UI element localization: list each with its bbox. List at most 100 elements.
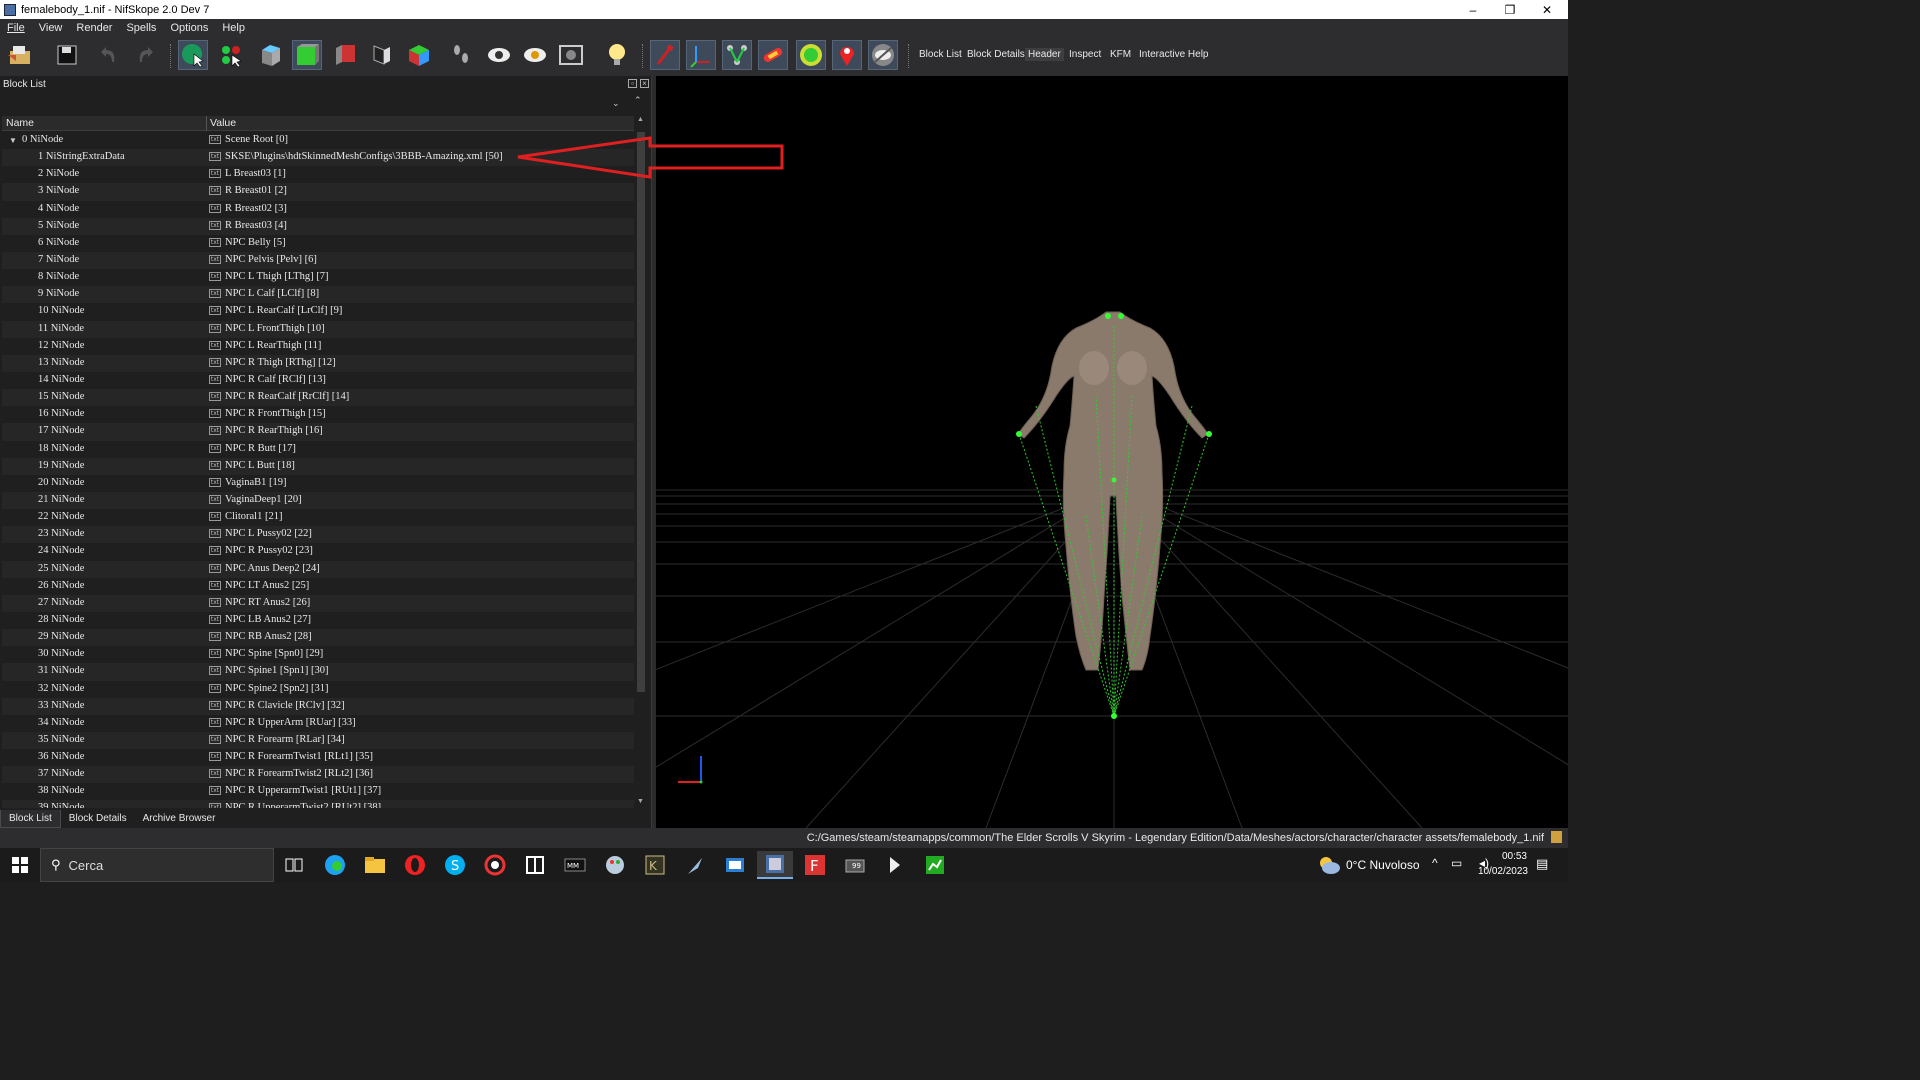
start-icon[interactable] bbox=[2, 851, 38, 879]
scroll-up-arrow[interactable]: ▲ bbox=[637, 116, 644, 123]
lighting-icon[interactable] bbox=[602, 40, 632, 70]
tray-chevron-icon[interactable]: ^ bbox=[1432, 856, 1438, 870]
table-row[interactable]: 19 NiNode txt NPC L Butt [18] bbox=[2, 457, 634, 475]
undo-icon[interactable] bbox=[94, 40, 124, 70]
tab-block-list[interactable]: Block List bbox=[0, 810, 61, 828]
table-row[interactable]: 5 NiNode txt R Breast03 [4] bbox=[2, 217, 634, 235]
taskbar-search[interactable]: ⚲ Cerca bbox=[40, 848, 274, 882]
paint-icon[interactable] bbox=[597, 851, 633, 879]
app-icon-f[interactable]: F bbox=[797, 851, 833, 879]
view-user-icon[interactable] bbox=[404, 40, 434, 70]
show-collision-icon[interactable] bbox=[758, 40, 788, 70]
app-icon-red-gear[interactable] bbox=[477, 851, 513, 879]
render-viewport[interactable] bbox=[656, 76, 1568, 828]
table-row[interactable]: 31 NiNode txt NPC Spine1 [Spn1] [30] bbox=[2, 663, 634, 681]
table-row[interactable]: 18 NiNode txt NPC R Butt [17] bbox=[2, 441, 634, 458]
table-row[interactable]: 15 NiNode txt NPC R RearCalf [RrClf] [14] bbox=[2, 389, 634, 407]
walk-mode-icon[interactable] bbox=[446, 40, 476, 70]
nifskope-taskbar-icon[interactable] bbox=[757, 851, 793, 879]
table-row[interactable]: 17 NiNode txt NPC R RearThigh [16] bbox=[2, 423, 634, 441]
weather-cloud-icon[interactable] bbox=[1318, 855, 1340, 875]
expand-all-icon[interactable]: ⌄ bbox=[612, 98, 620, 109]
table-row[interactable]: 33 NiNode txt NPC R Clavicle [RClv] [32] bbox=[2, 697, 634, 715]
undock-icon[interactable]: ▫ bbox=[628, 79, 637, 88]
open-file-icon[interactable] bbox=[6, 40, 36, 70]
select-vertex-icon[interactable] bbox=[216, 40, 246, 70]
file-explorer-icon[interactable] bbox=[357, 851, 393, 879]
toggle-inspect-button[interactable]: Inspect bbox=[1069, 49, 1101, 60]
menu-options[interactable]: Options bbox=[163, 22, 215, 34]
show-markers-icon[interactable] bbox=[832, 40, 862, 70]
table-row[interactable]: 20 NiNode txt VaginaB1 [19] bbox=[2, 475, 634, 492]
clock-date[interactable]: 10/02/2023 bbox=[1468, 866, 1528, 877]
table-row[interactable]: 22 NiNode txt Clitoral1 [21] bbox=[2, 509, 634, 526]
table-row[interactable]: ▼ 0 NiNode txt Scene Root [0] bbox=[2, 132, 634, 149]
scrollbar-thumb[interactable] bbox=[637, 132, 645, 692]
skype-icon[interactable]: S bbox=[437, 851, 473, 879]
table-row[interactable]: 4 NiNode txt R Breast02 [3] bbox=[2, 201, 634, 218]
tab-archive-browser[interactable]: Archive Browser bbox=[135, 810, 224, 828]
table-row[interactable]: 35 NiNode txt NPC R Forearm [RLar] [34] bbox=[2, 731, 634, 750]
scroll-down-arrow[interactable]: ▼ bbox=[637, 798, 644, 805]
table-row[interactable]: 32 NiNode txt NPC Spine2 [Spn2] [31] bbox=[2, 681, 634, 698]
table-row[interactable]: 7 NiNode txt NPC Pelvis [Pelv] [6] bbox=[2, 251, 634, 270]
menu-help[interactable]: Help bbox=[215, 22, 252, 34]
table-row[interactable]: 6 NiNode txt NPC Belly [5] bbox=[2, 235, 634, 252]
app-icon-window[interactable] bbox=[717, 851, 753, 879]
table-row[interactable]: 2 NiNode txt L Breast03 [1] bbox=[2, 166, 634, 183]
table-row[interactable]: 34 NiNode txt NPC R UpperArm [RUar] [33] bbox=[2, 715, 634, 732]
interactive-help-button[interactable]: Interactive Help bbox=[1139, 49, 1208, 60]
table-row[interactable]: 27 NiNode txt NPC RT Anus2 [26] bbox=[2, 594, 634, 612]
app-icon-grid[interactable] bbox=[517, 851, 553, 879]
show-axes-icon[interactable] bbox=[650, 40, 680, 70]
show-skeleton-icon[interactable] bbox=[722, 40, 752, 70]
show-axis-gizmo-icon[interactable] bbox=[686, 40, 716, 70]
table-row[interactable]: 38 NiNode txt NPC R UpperarmTwist1 [RUt1] … bbox=[2, 783, 634, 800]
table-row[interactable]: 39 NiNode txt NPC R UpperarmTwist2 [RUt2] … bbox=[2, 800, 634, 808]
restore-button[interactable]: ❐ bbox=[1492, 0, 1528, 19]
edge-icon[interactable] bbox=[317, 851, 353, 879]
app-icon-box[interactable]: 99 bbox=[837, 851, 873, 879]
show-nodes-icon[interactable] bbox=[520, 40, 550, 70]
menu-view[interactable]: View bbox=[32, 22, 70, 34]
table-row[interactable]: 3 NiNode txt R Breast01 [2] bbox=[2, 183, 634, 201]
table-row[interactable]: 14 NiNode txt NPC R Calf [RClf] [13] bbox=[2, 372, 634, 389]
view-perspective-icon[interactable] bbox=[366, 40, 396, 70]
column-name-header[interactable]: Name bbox=[6, 117, 34, 129]
table-row[interactable]: 24 NiNode txt NPC R Pussy02 [23] bbox=[2, 543, 634, 560]
notifications-icon[interactable]: ▤ bbox=[1536, 856, 1548, 872]
weather-text[interactable]: 0°C Nuvoloso bbox=[1346, 858, 1420, 872]
mod-organizer-icon[interactable]: MM bbox=[557, 851, 593, 879]
toggle-kfm-button[interactable]: KFM bbox=[1110, 49, 1131, 60]
table-row[interactable]: 11 NiNode txt NPC L FrontThigh [10] bbox=[2, 320, 634, 338]
app-icon-arrow[interactable] bbox=[877, 851, 913, 879]
clock-time[interactable]: 00:53 bbox=[1485, 851, 1527, 862]
table-row[interactable]: 10 NiNode txt NPC L RearCalf [LrClf] [9] bbox=[2, 303, 634, 320]
minimize-button[interactable]: – bbox=[1455, 0, 1491, 19]
table-row[interactable]: 36 NiNode txt NPC R ForearmTwist1 [RLt1] [… bbox=[2, 749, 634, 766]
close-button[interactable]: ✕ bbox=[1529, 0, 1565, 19]
table-row[interactable]: 28 NiNode txt NPC LB Anus2 [27] bbox=[2, 612, 634, 629]
menu-file[interactable]: File bbox=[0, 22, 32, 34]
column-value-header[interactable]: Value bbox=[210, 117, 236, 129]
table-row[interactable]: 9 NiNode txt NPC L Calf [LClf] [8] bbox=[2, 286, 634, 304]
table-row[interactable]: 29 NiNode txt NPC RB Anus2 [28] bbox=[2, 629, 634, 647]
table-row[interactable]: 30 NiNode txt NPC Spine [Spn0] [29] bbox=[2, 646, 634, 663]
table-row[interactable]: 23 NiNode txt NPC L Pussy02 [22] bbox=[2, 526, 634, 544]
table-row[interactable]: 13 NiNode txt NPC R Thigh [RThg] [12] bbox=[2, 354, 634, 372]
table-row[interactable]: 37 NiNode txt NPC R ForearmTwist2 [RLt2] [… bbox=[2, 766, 634, 784]
show-hidden-icon[interactable] bbox=[484, 40, 514, 70]
show-constraints-icon[interactable] bbox=[796, 40, 826, 70]
table-row[interactable]: 21 NiNode txt VaginaDeep1 [20] bbox=[2, 491, 634, 510]
view-front-icon[interactable] bbox=[292, 40, 322, 70]
menu-render[interactable]: Render bbox=[69, 22, 119, 34]
close-panel-icon[interactable]: × bbox=[640, 79, 649, 88]
table-row[interactable]: 25 NiNode txt NPC Anus Deep2 [24] bbox=[2, 560, 634, 578]
select-object-icon[interactable] bbox=[178, 40, 208, 70]
table-row[interactable]: 26 NiNode txt NPC LT Anus2 [25] bbox=[2, 578, 634, 595]
opera-icon[interactable] bbox=[397, 851, 433, 879]
table-row[interactable]: 8 NiNode txt NPC L Thigh [LThg] [7] bbox=[2, 269, 634, 286]
show-hidden-objects-icon[interactable] bbox=[868, 40, 898, 70]
tab-block-details[interactable]: Block Details bbox=[61, 810, 135, 828]
table-row[interactable]: 16 NiNode txt NPC R FrontThigh [15] bbox=[2, 406, 634, 423]
